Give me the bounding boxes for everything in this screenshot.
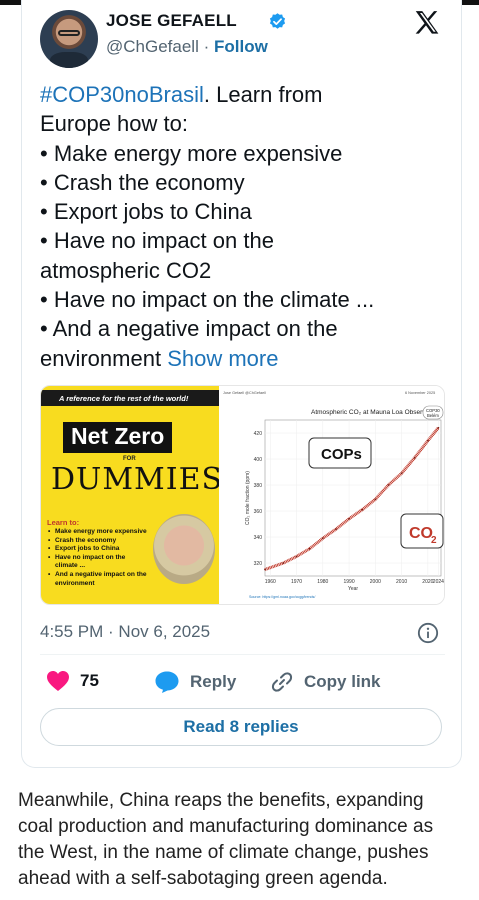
reply-bubble-icon xyxy=(155,671,179,693)
x-tick-label: 2000 xyxy=(370,579,381,585)
x-tick-label: 1980 xyxy=(317,579,328,585)
follow-button[interactable]: Follow xyxy=(214,37,268,56)
book-bullet: Crash the economy xyxy=(47,537,147,546)
x-axis-label: Year xyxy=(348,586,358,592)
co2-data-point xyxy=(374,498,377,501)
info-icon[interactable] xyxy=(417,622,439,644)
book-tagline: A reference for the rest of the world! xyxy=(41,390,219,406)
paragraph-line: ahead with a self-sabotaging green agend… xyxy=(18,868,388,889)
book-bullet: Make energy more expensive xyxy=(47,528,147,537)
heart-icon xyxy=(47,671,69,691)
like-count: 75 xyxy=(80,671,99,690)
co2-callout-label: CO xyxy=(409,525,433,542)
y-tick-label: 420 xyxy=(254,431,263,437)
paragraph-line: Meanwhile, China reaps the benefits, exp… xyxy=(18,790,424,811)
y-tick-label: 380 xyxy=(254,483,263,489)
tweet-line: atmospheric CO2 xyxy=(40,257,212,283)
tweet-line: • And a negative impact on the xyxy=(40,316,338,342)
co2-data-point xyxy=(437,426,440,429)
co2-data-point xyxy=(426,439,429,442)
avatar-glasses xyxy=(58,30,80,36)
verified-badge-icon xyxy=(269,13,286,29)
book-cover: A reference for the rest of the world! N… xyxy=(41,386,222,604)
link-icon xyxy=(271,672,293,692)
tweet-body: #COP30noBrasil. Learn from Europe how to… xyxy=(40,80,450,373)
chart-source: Source: https://gml.noaa.gov/ccgg/trends… xyxy=(249,595,315,599)
tweet-line-text: environment xyxy=(40,345,168,371)
co2-callout-subscript: 2 xyxy=(431,535,437,546)
co2-data-point xyxy=(308,547,311,550)
x-tick-label: 2024 xyxy=(433,579,444,585)
reply-label: Reply xyxy=(190,672,237,691)
book-title: Net Zero xyxy=(63,422,173,453)
co2-data-point xyxy=(321,537,324,540)
co2-data-point xyxy=(295,555,298,558)
tweet-card: JOSE GEFAELL @ChGefaell · Follow #COP30n… xyxy=(21,0,462,768)
co2-data-point xyxy=(413,456,416,459)
paragraph-line: the West, in the name of climate change,… xyxy=(18,842,429,863)
chart-header-right: 6 November 2025 xyxy=(405,391,435,395)
cop30-badge-bottom: Belém xyxy=(427,413,439,418)
tweet-line: environment Show more xyxy=(40,344,450,373)
author-handle-row: @ChGefaell · Follow xyxy=(106,37,268,57)
handle-separator: · xyxy=(203,37,210,56)
tweet-line: • Have no impact on the xyxy=(40,228,274,254)
co2-chart-svg: Jose Gefaell @ChGefaell 6 November 2025 … xyxy=(223,391,444,599)
co2-data-point xyxy=(335,528,337,531)
x-tick-label: 1970 xyxy=(291,579,302,585)
book-bullet-list: Make energy more expensive Crash the eco… xyxy=(47,528,147,588)
action-bar: 75 Reply Copy link xyxy=(40,670,450,698)
book-learn-label: Learn to: xyxy=(47,518,80,527)
tweet-line: • Export jobs to China xyxy=(40,199,252,225)
tweet-line: • Have no impact on the climate ... xyxy=(40,287,375,313)
book-bullet: And a negative impact on the environment xyxy=(47,571,147,588)
co2-data-point xyxy=(400,472,403,475)
y-tick-label: 340 xyxy=(254,535,263,541)
copy-link-label: Copy link xyxy=(304,672,381,691)
book-bullet: Export jobs to China xyxy=(47,545,147,554)
cops-callout-label: COPs xyxy=(321,446,362,463)
avatar[interactable] xyxy=(40,10,98,68)
tweet-line: • Crash the economy xyxy=(40,169,245,195)
article-paragraph: Meanwhile, China reaps the benefits, exp… xyxy=(18,788,468,892)
like-button[interactable]: 75 xyxy=(46,670,99,692)
chart-header-left: Jose Gefaell @ChGefaell xyxy=(223,391,266,395)
x-tick-label: 2010 xyxy=(396,579,407,585)
tweet-line-text: . Learn from xyxy=(203,82,323,107)
co2-data-point xyxy=(264,568,266,571)
author-handle[interactable]: @ChGefaell xyxy=(106,37,199,56)
book-bullet: Have no impact on the climate ... xyxy=(47,554,147,571)
y-tick-label: 360 xyxy=(254,509,263,515)
tweet-line: • Make energy more expensive xyxy=(40,140,343,166)
y-tick-label: 320 xyxy=(254,561,263,567)
avatar-shirt xyxy=(50,52,88,68)
tweet-line: #COP30noBrasil. Learn from xyxy=(40,80,450,109)
y-axis-label: CO₂ mole fraction (ppm) xyxy=(245,471,251,525)
x-tick-label: 1990 xyxy=(343,579,354,585)
copy-link-button[interactable]: Copy link xyxy=(270,670,381,694)
show-more-link[interactable]: Show more xyxy=(167,346,278,371)
read-replies-button[interactable]: Read 8 replies xyxy=(40,708,442,746)
x-logo-icon[interactable] xyxy=(412,8,442,38)
x-tick-label: 1960 xyxy=(265,579,276,585)
hashtag-link[interactable]: #COP30noBrasil xyxy=(40,82,204,107)
tweet-media-image[interactable]: A reference for the rest of the world! N… xyxy=(40,385,445,605)
co2-data-point xyxy=(348,517,350,520)
tweet-timestamp[interactable]: 4:55 PM · Nov 6, 2025 xyxy=(40,622,210,642)
co2-data-point xyxy=(282,562,285,564)
co2-data-point xyxy=(361,508,364,511)
chart-title: Atmospheric CO₂ at Mauna Loa Observatory xyxy=(311,409,441,416)
y-tick-label: 400 xyxy=(254,457,263,463)
divider xyxy=(40,654,445,655)
co2-data-point xyxy=(387,484,390,486)
book-brand: DUMMIES xyxy=(51,462,224,497)
co2-chart: Jose Gefaell @ChGefaell 6 November 2025 … xyxy=(219,386,444,604)
portrait-photo xyxy=(153,514,215,584)
paragraph-line: coal production and manufacturing domina… xyxy=(18,816,434,837)
reply-button[interactable]: Reply xyxy=(154,670,236,694)
tweet-line: Europe how to: xyxy=(40,111,188,137)
author-name[interactable]: JOSE GEFAELL xyxy=(106,11,237,31)
